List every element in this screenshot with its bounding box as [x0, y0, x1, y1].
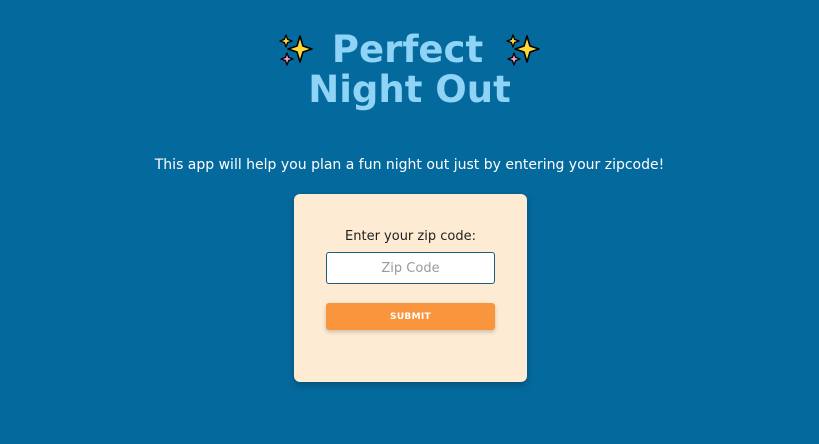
sparkles-icon: [506, 34, 540, 66]
sparkles-icon: [279, 34, 313, 66]
page-title: Perfect Night Out: [0, 30, 819, 110]
submit-button[interactable]: SUBMIT: [326, 303, 495, 330]
zip-form-card: Enter your zip code: SUBMIT: [294, 194, 527, 382]
title-line-2: Night Out: [308, 68, 511, 111]
zip-label: Enter your zip code:: [345, 229, 476, 244]
intro-text: This app will help you plan a fun night …: [154, 157, 665, 173]
app-header: Perfect Night Out: [0, 30, 819, 110]
title-line-1: Perfect: [331, 28, 484, 71]
zip-code-input[interactable]: [326, 252, 495, 284]
